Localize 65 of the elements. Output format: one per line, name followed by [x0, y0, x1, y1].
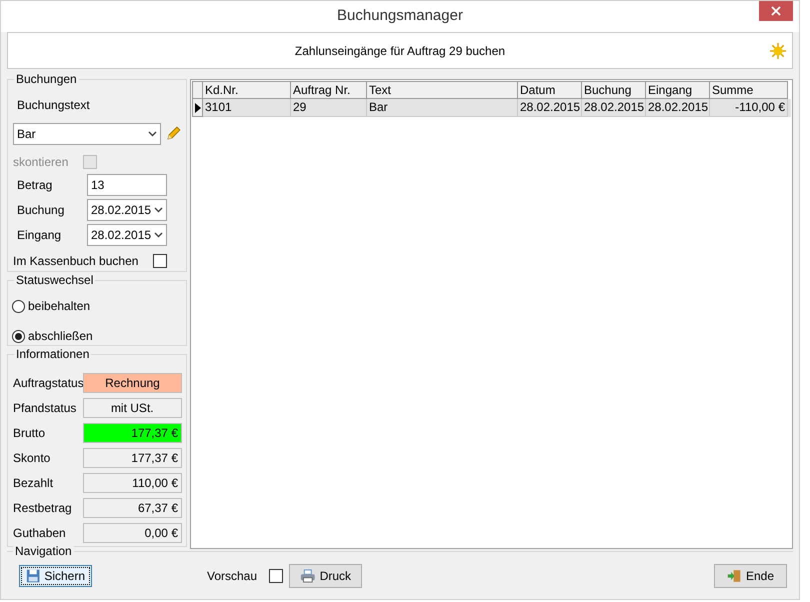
group-title: Buchungen: [14, 72, 79, 86]
window-title: Buchungsmanager: [337, 6, 463, 26]
radio-label: beibehalten: [28, 298, 90, 315]
pencil-icon[interactable]: [165, 126, 181, 142]
chevron-down-icon: [148, 131, 158, 137]
table-cell: Bar: [367, 99, 518, 117]
table-cell: 3101: [203, 99, 291, 117]
group-title: Statuswechsel: [14, 273, 96, 287]
table-row[interactable]: 3101 29 Bar 28.02.2015 28.02.2015 28.02.2015 -110,00 €: [192, 99, 791, 117]
end-button[interactable]: Ende: [714, 564, 787, 588]
chevron-down-icon: [154, 232, 163, 238]
info-value: Rechnung: [83, 373, 182, 393]
radio-button[interactable]: [12, 330, 25, 342]
group-title: Informationen: [14, 347, 92, 361]
info-label: Brutto: [13, 425, 46, 442]
close-icon: [771, 6, 781, 16]
preview-checkbox[interactable]: [269, 569, 284, 583]
group-title: Navigation: [13, 544, 74, 558]
printer-icon: [300, 568, 316, 584]
info-label: Pfandstatus: [13, 400, 78, 417]
column-header[interactable]: Datum: [518, 81, 582, 99]
sun-icon: [770, 42, 786, 58]
column-header[interactable]: Eingang: [646, 81, 710, 99]
column-header[interactable]: Buchung: [582, 81, 646, 99]
field-label: Buchungstext: [17, 97, 91, 114]
amount-field[interactable]: 13: [87, 174, 167, 196]
info-value: 0,00 €: [82, 523, 182, 543]
radio-button[interactable]: [12, 300, 25, 312]
info-label: Skonto: [13, 450, 52, 467]
info-label: Auftragstatus: [13, 375, 83, 392]
date-dropdown[interactable]: 28.02.2015: [87, 224, 167, 246]
buchungstext-dropdown[interactable]: Bar: [13, 123, 162, 145]
table-cell: 28.02.2015: [646, 99, 710, 117]
preview-label: Vorschau: [207, 568, 258, 585]
row-pointer-icon: [194, 102, 200, 112]
column-header[interactable]: Kd.Nr.: [203, 81, 291, 99]
field-label: Betrag: [17, 177, 54, 194]
column-header[interactable]: Summe: [710, 81, 788, 99]
info-label: Restbetrag: [13, 500, 73, 517]
date-dropdown[interactable]: 28.02.2015: [87, 199, 167, 221]
table-cell: -110,00 €: [710, 99, 788, 117]
info-label: Bezahlt: [13, 475, 54, 492]
field-label: Eingang: [17, 227, 62, 244]
field-label: skontieren: [13, 154, 70, 171]
close-button[interactable]: [759, 1, 793, 21]
table-cell: 29: [291, 99, 367, 117]
column-header[interactable]: Auftrag Nr.: [291, 81, 367, 99]
info-label: Guthaben: [13, 525, 67, 542]
save-button[interactable]: Sichern: [19, 565, 92, 587]
info-value: mit USt.: [82, 398, 182, 418]
info-value: 177,37 €: [82, 423, 182, 443]
field-label: Im Kassenbuch buchen: [13, 253, 140, 270]
table-cell: 28.02.2015: [518, 99, 582, 117]
checkbox[interactable]: [153, 254, 167, 268]
column-header[interactable]: Text: [367, 81, 518, 99]
exit-door-icon: [727, 568, 742, 584]
info-value: 67,37 €: [82, 498, 182, 518]
header-text: Zahlunseingänge für Auftrag 29 buchen: [294, 42, 506, 60]
info-value: 177,37 €: [82, 448, 182, 468]
info-value: 110,00 €: [82, 473, 182, 493]
chevron-down-icon: [154, 207, 163, 213]
table-cell: 28.02.2015: [582, 99, 646, 117]
field-label: Buchung: [17, 202, 66, 219]
radio-label: abschließen: [28, 328, 93, 345]
print-button[interactable]: Druck: [289, 564, 362, 588]
